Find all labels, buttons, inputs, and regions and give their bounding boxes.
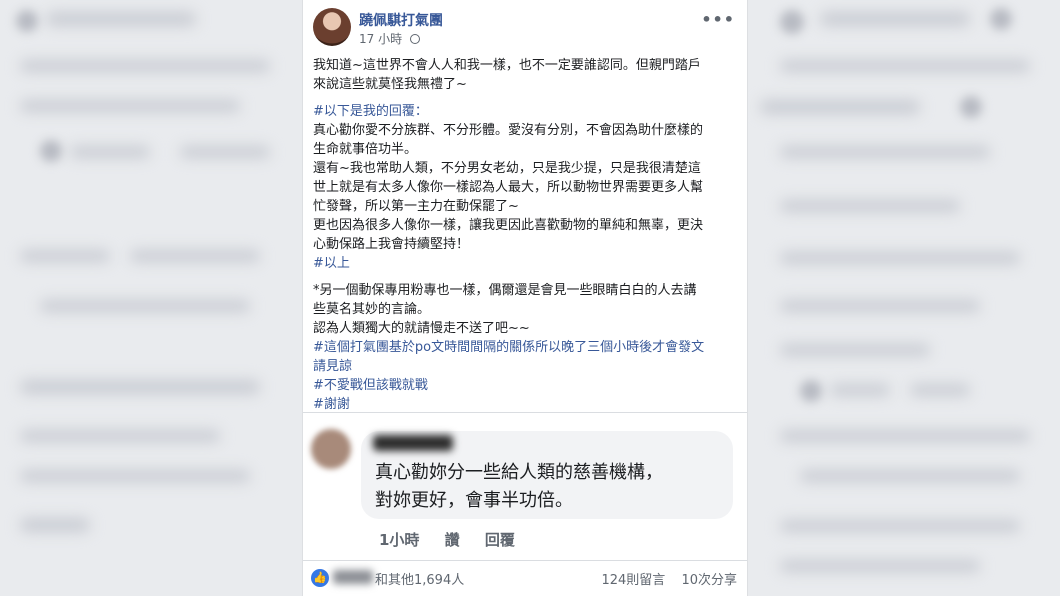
- post-paragraph-3: *另一個動保專用粉專也一樣，偶爾還是會見一些眼睛白白的人去講 些莫名其妙的言論。…: [313, 281, 737, 414]
- text-line: 心動保路上我會持續堅持！: [313, 237, 470, 252]
- share-count[interactable]: 10次分享: [681, 573, 737, 588]
- text-line: 忙發聲，所以第一主力在動保罷了~: [313, 199, 519, 214]
- like-icon[interactable]: 👍: [311, 569, 329, 587]
- comment-actions: 1小時 讚 回覆: [379, 529, 535, 550]
- comment: 真心勸妳分一些給人類的慈善機構， 對妳更好，會事半功倍。 1小時 讚 回覆: [303, 412, 747, 558]
- commenter-avatar[interactable]: [311, 429, 351, 469]
- more-options-button[interactable]: •••: [701, 10, 735, 29]
- comment-line: 真心勸妳分一些給人類的慈善機構，: [375, 462, 663, 483]
- text-line: 我知道~這世界不會人人和我一樣，也不一定要誰認同。但親門踏戶: [313, 58, 701, 73]
- hashtag-reply[interactable]: #以下是我的回覆：: [313, 102, 737, 121]
- post-stats: 124則留言 10次分享: [589, 569, 737, 588]
- post-text: 我知道~這世界不會人人和我一樣，也不一定要誰認同。但親門踏戶 來說這些就莫怪我無…: [313, 56, 737, 422]
- comment-text: 真心勸妳分一些給人類的慈善機構， 對妳更好，會事半功倍。: [375, 459, 663, 515]
- comment-line: 對妳更好，會事半功倍。: [375, 490, 573, 511]
- post-paragraph-1: 我知道~這世界不會人人和我一樣，也不一定要誰認同。但親門踏戶 來說這些就莫怪我無…: [313, 56, 737, 94]
- commenter-name-blurred[interactable]: [373, 435, 453, 451]
- text-line: 真心勸你愛不分族群、不分形體。愛沒有分別，不會因為助什麼樣的: [313, 123, 704, 138]
- comment-reply-button[interactable]: 回覆: [485, 531, 515, 549]
- post-timestamp[interactable]: 17 小時: [359, 32, 402, 46]
- hashtag-end[interactable]: #以上: [313, 254, 737, 273]
- text-line: 來說這些就莫怪我無禮了~: [313, 77, 467, 92]
- text-line: *另一個動保專用粉專也一樣，偶爾還是會見一些眼睛白白的人去講: [313, 283, 697, 298]
- text-line: 更也因為很多人像你一樣，讓我更因此喜歡動物的單純和無辜，更決: [313, 218, 704, 233]
- comment-count[interactable]: 124則留言: [601, 573, 665, 588]
- text-line: 認為人類獨大的就請慢走不送了吧~~: [313, 321, 530, 336]
- hashtag-notice[interactable]: #這個打氣團基於po文時間間隔的關係所以晚了三個小時後才會發文: [313, 338, 737, 357]
- comment-like-button[interactable]: 讚: [445, 531, 460, 549]
- author-name[interactable]: 蹺佩騏打氣團: [359, 10, 443, 30]
- post-footer: 👍 和其他1,694人 124則留言 10次分享: [303, 560, 747, 596]
- text-line: 世上就是有太多人像你一樣認為人最大，所以動物世界需要更多人幫: [313, 180, 704, 195]
- text-line: 還有~我也常助人類，不分男女老幼，只是我少提，只是我很清楚這: [313, 161, 701, 176]
- text-line: 些莫名其妙的言論。: [313, 302, 431, 317]
- text-line: 生命就事倍功半。: [313, 142, 418, 157]
- post-card: 蹺佩騏打氣團 17 小時 ••• 我知道~這世界不會人人和我一樣，也不一定要誰認…: [302, 0, 748, 596]
- hashtag-notice-cont[interactable]: 請見諒: [313, 357, 737, 376]
- post-meta: 17 小時: [359, 30, 420, 47]
- post-header: 蹺佩騏打氣團 17 小時 •••: [313, 8, 737, 52]
- hashtag-fight[interactable]: #不愛戰但該戰就戰: [313, 376, 737, 395]
- reaction-count[interactable]: 和其他1,694人: [375, 569, 464, 588]
- author-avatar[interactable]: [313, 8, 351, 46]
- comment-bubble: 真心勸妳分一些給人類的慈善機構， 對妳更好，會事半功倍。: [361, 431, 733, 519]
- comment-time[interactable]: 1小時: [379, 531, 419, 549]
- post-paragraph-2: #以下是我的回覆： 真心勸你愛不分族群、不分形體。愛沒有分別，不會因為助什麼樣的…: [313, 102, 737, 273]
- reactor-names-blurred: [333, 570, 373, 584]
- globe-icon: [409, 34, 420, 44]
